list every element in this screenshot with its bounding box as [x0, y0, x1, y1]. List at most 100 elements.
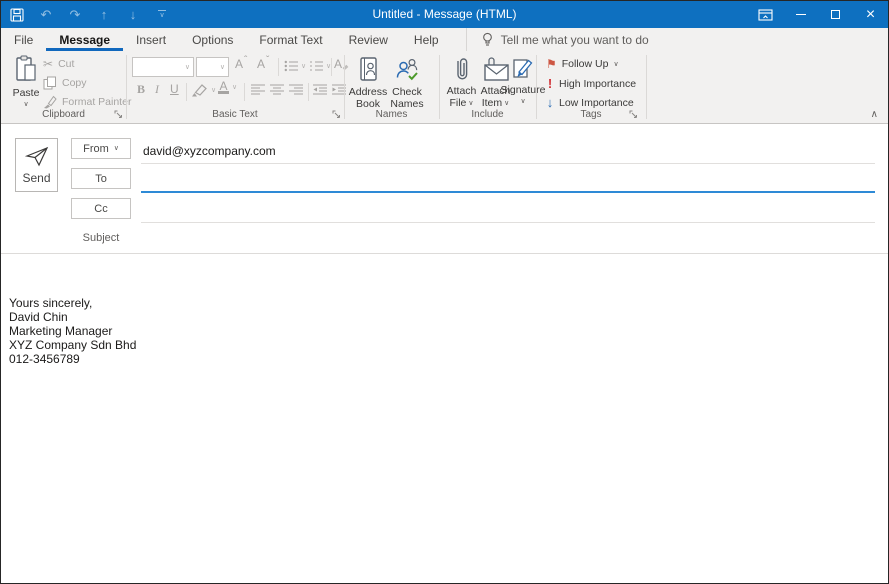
- message-body-editor[interactable]: Yours sincerely, David Chin Marketing Ma…: [1, 254, 888, 583]
- names-group-label: Names: [344, 109, 439, 120]
- shrink-font-button[interactable]: Aˇ: [257, 57, 269, 71]
- grow-font-button[interactable]: Aˆ: [235, 57, 247, 71]
- chevron-down-icon: ∨: [211, 87, 216, 94]
- cc-button[interactable]: Cc: [71, 198, 131, 219]
- align-center-button[interactable]: [270, 84, 285, 95]
- from-field[interactable]: david@xyzcompany.com: [141, 138, 875, 164]
- tab-review[interactable]: Review: [336, 28, 401, 51]
- signature-button[interactable]: Signature ∨: [509, 56, 537, 105]
- paste-label: Paste: [13, 87, 40, 99]
- paperclip-icon: [454, 56, 470, 83]
- font-color-button[interactable]: A ∨: [218, 80, 237, 94]
- check-names-button[interactable]: Check Names: [387, 56, 427, 110]
- attach-item-button[interactable]: Attach Item∨: [479, 56, 512, 109]
- chevron-down-icon: ∨: [114, 145, 119, 152]
- high-importance-button[interactable]: ! High Importance: [546, 76, 636, 91]
- chevron-down-icon: ∨: [185, 64, 190, 71]
- clear-formatting-button[interactable]: A: [334, 57, 348, 71]
- align-left-button[interactable]: [251, 84, 266, 95]
- address-book-icon: [357, 56, 379, 83]
- tab-help[interactable]: Help: [401, 28, 452, 51]
- font-size-combo[interactable]: ∨: [196, 57, 229, 77]
- tags-dialog-launcher[interactable]: [629, 110, 638, 119]
- format-painter-icon: [43, 95, 57, 109]
- maximize-icon[interactable]: [818, 1, 853, 28]
- ribbon-tabs: File Message Insert Options Format Text …: [1, 28, 888, 51]
- tab-message[interactable]: Message: [46, 28, 123, 51]
- copy-button[interactable]: Copy: [43, 76, 87, 90]
- signature-line: Marketing Manager: [9, 324, 878, 338]
- chevron-down-icon: ∨: [613, 61, 618, 68]
- from-button[interactable]: From ∨: [71, 138, 131, 159]
- align-left-icon: [251, 84, 266, 95]
- chevron-down-icon: ∨: [23, 101, 28, 108]
- chevron-down-icon: ∨: [301, 63, 306, 70]
- signature-line: Yours sincerely,: [9, 296, 878, 310]
- format-painter-button[interactable]: Format Painter: [43, 95, 131, 109]
- collapse-ribbon-icon[interactable]: ∧: [871, 109, 878, 120]
- signature-line: David Chin: [9, 310, 878, 324]
- attach-item-icon: [482, 56, 510, 83]
- send-label: Send: [22, 171, 50, 185]
- check-names-icon: [394, 56, 421, 83]
- tell-me-box[interactable]: Tell me what you want to do: [466, 28, 649, 51]
- decrease-indent-button[interactable]: [313, 84, 328, 95]
- low-importance-button[interactable]: ↓ Low Importance: [546, 95, 634, 110]
- numbering-button[interactable]: ∨: [309, 60, 331, 72]
- chevron-down-icon: ∨: [232, 84, 237, 91]
- outlook-message-window: ↶ ↷ ↑ ↓ ∨ Untitled - Message (HTML) × Fi…: [0, 0, 889, 584]
- bullets-button[interactable]: ∨: [284, 60, 306, 72]
- underline-button[interactable]: U: [170, 82, 179, 96]
- align-right-icon: [289, 84, 304, 95]
- include-group-label: Include: [439, 109, 536, 120]
- close-icon[interactable]: ×: [853, 1, 888, 28]
- basic-text-dialog-launcher[interactable]: [332, 110, 341, 119]
- chevron-down-icon: ∨: [468, 100, 473, 107]
- ribbon: Paste ∨ ✂ Cut Copy Format Painter Clipbo…: [1, 51, 888, 124]
- highlight-pen-icon: [191, 82, 208, 98]
- tab-options[interactable]: Options: [179, 28, 246, 51]
- cut-icon: ✂: [43, 57, 53, 71]
- numbering-icon: [309, 60, 324, 72]
- compose-header: Send From ∨ To Cc Subject david@xyzcompa…: [1, 124, 888, 254]
- cc-field[interactable]: [141, 197, 875, 223]
- follow-up-button[interactable]: ⚑ Follow Up ∨: [546, 57, 619, 71]
- send-button[interactable]: Send: [15, 138, 58, 192]
- attach-file-button[interactable]: Attach File∨: [445, 56, 478, 109]
- from-value: david@xyzcompany.com: [143, 144, 276, 158]
- lightbulb-icon: [481, 32, 494, 48]
- basic-text-group-label: Basic Text: [126, 109, 344, 120]
- window-controls: ×: [748, 1, 888, 28]
- font-color-icon: A: [218, 80, 229, 94]
- to-field[interactable]: [141, 167, 875, 193]
- clipboard-group-label: Clipboard: [1, 109, 126, 120]
- tab-format-text[interactable]: Format Text: [246, 28, 335, 51]
- paste-icon: [14, 55, 38, 84]
- bold-button[interactable]: B: [137, 82, 145, 97]
- tab-insert[interactable]: Insert: [123, 28, 179, 51]
- cut-button[interactable]: ✂ Cut: [43, 57, 74, 71]
- ribbon-display-options-icon[interactable]: [748, 1, 783, 28]
- font-name-combo[interactable]: ∨: [132, 57, 194, 77]
- send-plane-icon: [25, 146, 49, 167]
- subject-field[interactable]: [141, 227, 875, 253]
- clipboard-dialog-launcher[interactable]: [114, 110, 123, 119]
- highlight-color-button[interactable]: ∨: [191, 82, 216, 98]
- chevron-down-icon: ∨: [520, 98, 525, 105]
- signature-line: XYZ Company Sdn Bhd: [9, 338, 878, 352]
- bullets-icon: [284, 60, 299, 72]
- title-bar: ↶ ↷ ↑ ↓ ∨ Untitled - Message (HTML) ×: [1, 1, 888, 28]
- align-right-button[interactable]: [289, 84, 304, 95]
- italic-button[interactable]: I: [155, 82, 159, 97]
- align-center-icon: [270, 84, 285, 95]
- high-importance-icon: !: [546, 76, 554, 91]
- paste-button[interactable]: Paste ∨: [11, 55, 41, 108]
- to-button[interactable]: To: [71, 168, 131, 189]
- flag-icon: ⚑: [546, 57, 557, 71]
- copy-icon: [43, 76, 57, 90]
- tab-file[interactable]: File: [1, 28, 46, 51]
- low-importance-icon: ↓: [546, 95, 554, 110]
- address-book-button[interactable]: Address Book: [350, 56, 386, 110]
- decrease-indent-icon: [313, 84, 328, 95]
- minimize-icon[interactable]: [783, 1, 818, 28]
